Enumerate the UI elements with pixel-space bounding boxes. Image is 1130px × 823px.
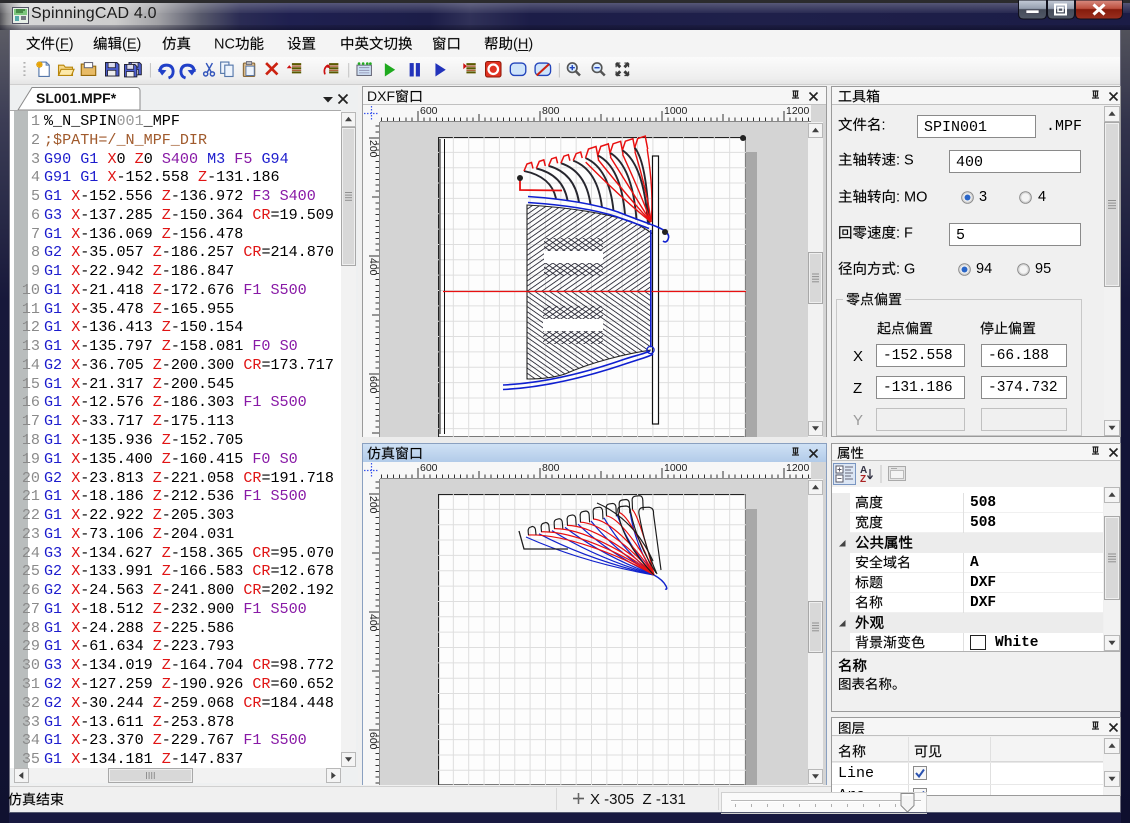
svg-text:200: 200 (367, 140, 379, 158)
svg-text:400: 400 (367, 258, 379, 276)
svg-text:400: 400 (367, 614, 379, 632)
svg-text:800: 800 (542, 105, 560, 117)
svg-text:200: 200 (367, 496, 379, 514)
svg-text:Z: Z (860, 474, 866, 485)
svg-text:1000: 1000 (664, 462, 688, 474)
svg-text:600: 600 (367, 732, 379, 750)
svg-text:1200: 1200 (786, 462, 810, 474)
svg-text:600: 600 (367, 376, 379, 394)
svg-text:800: 800 (542, 462, 560, 474)
svg-text:1000: 1000 (664, 105, 688, 117)
svg-text:600: 600 (420, 462, 438, 474)
svg-text:1200: 1200 (786, 105, 810, 117)
svg-text:600: 600 (420, 105, 438, 117)
